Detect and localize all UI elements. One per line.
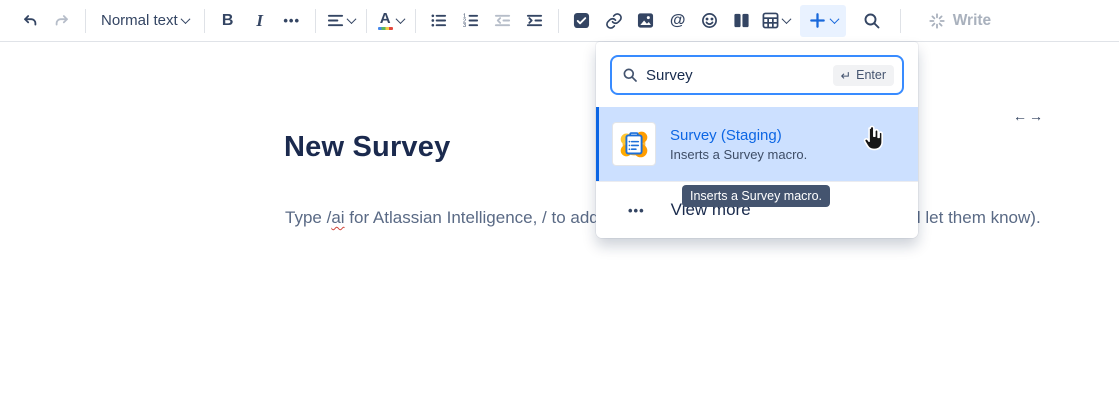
layouts-button[interactable] [726,5,758,37]
table-dropdown[interactable] [758,5,794,37]
task-list-button[interactable] [566,5,598,37]
more-formatting-icon: ••• [283,13,300,28]
outdent-icon [494,12,511,29]
survey-macro-icon [612,122,656,166]
page-width-toggle[interactable]: ← → [1013,108,1043,124]
macro-search-input[interactable] [646,67,825,84]
link-icon [605,12,623,30]
numbered-list-button[interactable]: 123 [455,5,487,37]
italic-icon: I [256,11,263,31]
toolbar-divider [558,9,559,33]
plus-icon [808,11,827,30]
more-options-icon: ••• [628,203,645,218]
ai-write-button[interactable]: Write [924,5,995,37]
macro-search-box[interactable]: ↵ Enter [610,55,904,95]
chevron-down-icon [346,14,356,24]
find-replace-button[interactable] [856,5,888,37]
text-style-label: Normal text [101,12,178,29]
enter-hint-badge: ↵ Enter [833,65,894,86]
insert-element-menu: ↵ Enter [596,42,918,238]
placeholder-misspelled-word: ai [331,208,344,227]
chevron-down-icon [395,14,405,24]
mention-icon: @ [670,12,686,30]
enter-hint-label: Enter [856,68,886,82]
link-button[interactable] [598,5,630,37]
confluence-editor: Normal text B I ••• A [0,0,1119,418]
mouse-cursor-icon [861,125,888,152]
emoji-button[interactable] [694,5,726,37]
arrow-left-icon: ← [1013,108,1027,124]
task-checkbox-icon [573,12,590,29]
svg-text:3: 3 [463,23,466,29]
text-style-dropdown[interactable]: Normal text [93,5,197,37]
search-icon [622,67,638,83]
redo-icon [53,12,71,30]
emoji-icon [701,12,718,29]
undo-icon [21,12,39,30]
bold-icon: B [222,12,234,30]
return-key-icon: ↵ [841,68,851,83]
indent-button[interactable] [519,5,551,37]
text-align-dropdown[interactable] [323,5,359,37]
bold-button[interactable]: B [212,5,244,37]
indent-icon [526,12,543,29]
search-icon [863,12,881,30]
placeholder-segment: Type / [285,208,331,227]
mention-button[interactable]: @ [662,5,694,37]
ai-sparkle-icon [928,12,946,30]
layouts-icon [733,12,750,29]
image-icon [637,12,654,29]
toolbar-divider [900,9,901,33]
chevron-down-icon [829,14,839,24]
result-title: Survey (Staging) [670,127,807,144]
outdent-button[interactable] [487,5,519,37]
result-text-block: Survey (Staging) Inserts a Survey macro. [670,127,807,162]
toolbar-divider [85,9,86,33]
chevron-down-icon [781,14,791,24]
bullet-list-icon [430,12,447,29]
insert-image-button[interactable] [630,5,662,37]
table-icon [762,12,779,29]
editor-toolbar: Normal text B I ••• A [0,0,1119,42]
text-color-dropdown[interactable]: A [374,5,408,37]
page-title[interactable]: New Survey [284,131,450,164]
bullet-list-button[interactable] [423,5,455,37]
chevron-down-icon [180,14,190,24]
text-color-icon: A [378,11,393,30]
arrow-right-icon: → [1029,108,1043,124]
toolbar-divider [315,9,316,33]
toolbar-divider [415,9,416,33]
redo-button[interactable] [46,5,78,37]
insert-element-dropdown[interactable] [800,5,846,37]
toolbar-divider [204,9,205,33]
align-left-icon [327,12,344,29]
write-label: Write [953,12,991,30]
more-formatting-button[interactable]: ••• [276,5,308,37]
numbered-list-icon: 123 [462,12,479,29]
undo-button[interactable] [14,5,46,37]
result-description: Inserts a Survey macro. [670,147,807,162]
italic-button[interactable]: I [244,5,276,37]
macro-result-survey-staging[interactable]: Survey (Staging) Inserts a Survey macro. [596,107,918,181]
toolbar-divider [366,9,367,33]
macro-tooltip: Inserts a Survey macro. [682,185,830,207]
